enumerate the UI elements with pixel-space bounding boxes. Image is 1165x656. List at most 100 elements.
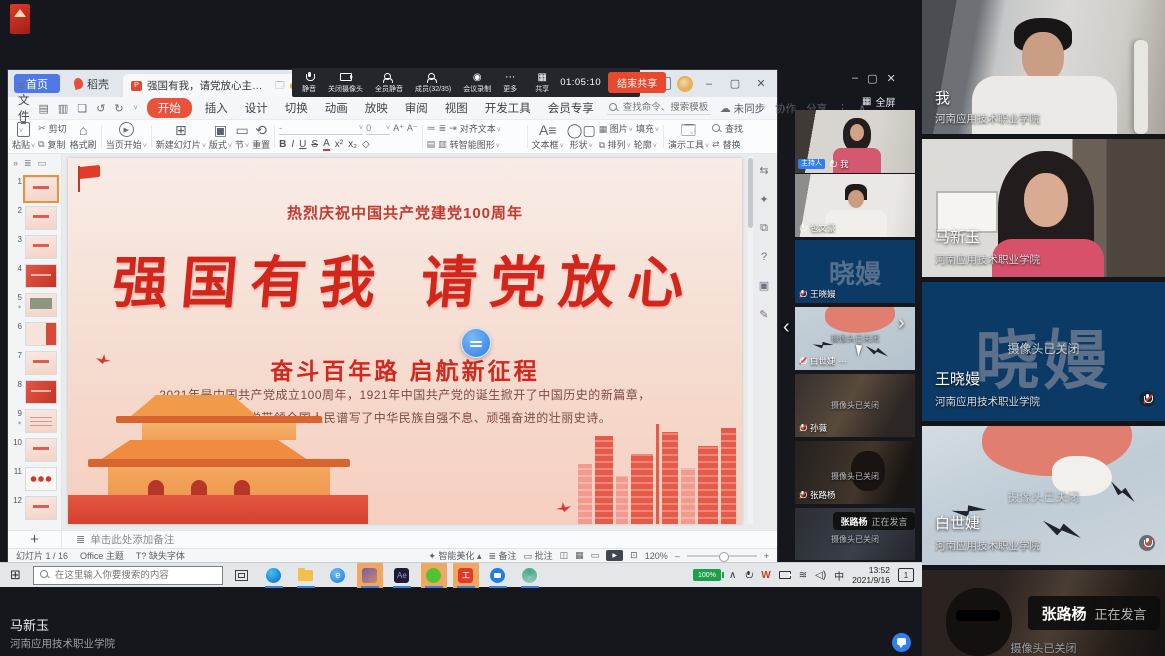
theme-label[interactable]: Office 主题 — [80, 549, 124, 562]
bullets-icon[interactable]: ≔ — [427, 123, 436, 134]
smart-beautify-button[interactable]: ✦ 智能美化 ▴ — [428, 549, 481, 562]
collab-button[interactable]: 协作 — [775, 101, 796, 116]
tab-document[interactable]: P 强国有我，请党放心主题团课 🗔 — [123, 74, 303, 97]
volume-icon[interactable]: ◁) — [815, 570, 826, 581]
inner-maximize-button[interactable]: ▢ — [867, 72, 877, 85]
menu-tab-insert[interactable]: 插入 — [201, 98, 232, 118]
wifi-icon[interactable]: ≋ — [799, 570, 807, 581]
align-left-icon[interactable]: ▤ — [427, 139, 436, 150]
cut-button[interactable]: ✂剪切 — [38, 122, 67, 135]
section-button[interactable]: ▭节˅ — [235, 122, 249, 151]
slide-eyebrow-text[interactable]: 热烈庆祝中国共产党建党100周年 — [68, 202, 742, 223]
sorter-view-icon[interactable]: ▦ — [575, 550, 584, 561]
missing-font[interactable]: T? 缺失字体 — [136, 549, 185, 562]
zoom-slider[interactable] — [687, 555, 757, 557]
paste-button[interactable]: 粘贴˅ — [12, 122, 35, 151]
page-left-arrow[interactable]: ‹ — [783, 316, 790, 339]
panel-icon[interactable]: ▣ — [759, 279, 769, 292]
textbox-button[interactable]: A≡文本框˅ — [532, 122, 564, 151]
format-painter-button[interactable]: ⌂格式刷 — [70, 122, 97, 151]
thumb-view-icon[interactable]: ▭ — [38, 158, 47, 169]
video-tile[interactable]: 马新玉 河南应用技术职业学院 — [922, 139, 1165, 277]
slide-thumb-10[interactable]: 10 — [10, 438, 59, 462]
picture-button[interactable]: ▦ 图片˅ — [599, 122, 633, 135]
slide-thumb-9[interactable]: 9✶ — [10, 409, 59, 433]
italic-button[interactable]: I — [291, 139, 294, 150]
ime-indicator[interactable]: 中 — [834, 568, 844, 583]
normal-view-icon[interactable]: ◫ — [560, 550, 569, 561]
subscript-button[interactable]: x₂ — [348, 139, 357, 150]
wechat-icon[interactable] — [421, 563, 447, 588]
reset-button[interactable]: ⟲重置 — [252, 122, 270, 151]
outline-button[interactable]: 轮廓˅ — [634, 138, 657, 151]
undo-icon[interactable]: ↺ — [96, 102, 105, 115]
superscript-button[interactable]: x² — [335, 139, 343, 150]
task-view-button[interactable] — [229, 563, 255, 588]
pen-tool-icon[interactable]: ✎ — [759, 308, 768, 321]
file-explorer-icon[interactable] — [293, 563, 319, 588]
menu-tab-animation[interactable]: 动画 — [321, 98, 352, 118]
redo-icon[interactable]: ↻ — [114, 102, 123, 115]
start-button[interactable]: ⊞ — [4, 567, 27, 583]
decrease-font-icon[interactable]: A⁻ — [407, 123, 418, 134]
taskbar-search[interactable] — [33, 566, 223, 585]
record-button[interactable]: ◉会议录制 — [457, 72, 497, 94]
command-search[interactable] — [607, 101, 711, 115]
after-effects-icon[interactable]: Ae — [389, 563, 415, 588]
menu-tab-review[interactable]: 审阅 — [401, 98, 432, 118]
align-center-icon[interactable]: ▥ — [438, 139, 447, 150]
slide-thumb-2[interactable]: 2 — [10, 206, 59, 230]
layout-button[interactable]: ▣版式˅ — [209, 122, 232, 151]
outline-view-icon[interactable]: ≣ — [24, 158, 32, 169]
tab-docer[interactable]: 稻壳 — [66, 74, 117, 93]
slide-thumb-12[interactable]: 12 — [10, 496, 59, 520]
inner-video-tile-me[interactable]: 主持人 我 — [795, 110, 915, 173]
zoom-level[interactable]: 120% — [645, 551, 668, 561]
fit-window-icon[interactable]: ⊡ — [630, 550, 638, 561]
indent-icon[interactable]: ⇥ — [449, 123, 457, 134]
menu-tab-member[interactable]: 会员专享 — [544, 98, 598, 118]
inner-close-button[interactable]: ✕ — [887, 72, 896, 85]
slide-thumb-7[interactable]: 7 — [10, 351, 59, 375]
underline-button[interactable]: U — [299, 139, 306, 150]
highlight-button[interactable]: ◇ — [362, 139, 370, 150]
font-family-select[interactable]: -˅ — [279, 123, 363, 135]
present-tools-button[interactable]: 🗔演示工具˅ — [668, 122, 709, 151]
meeting-app-icon[interactable] — [357, 563, 383, 588]
slide-thumb-1[interactable]: 1 — [10, 177, 59, 201]
wps-minimize-button[interactable]: – — [699, 78, 719, 90]
slide-thumb-6[interactable]: 6 — [10, 322, 59, 346]
tray-expand-icon[interactable]: ∧ — [729, 570, 736, 581]
print-icon[interactable]: ▥ — [58, 102, 68, 115]
menu-tab-start[interactable]: 开始 — [147, 98, 192, 118]
notes-placeholder[interactable]: ≣单击此处添加备注 — [76, 532, 174, 547]
inner-minimize-button[interactable]: – — [852, 72, 858, 85]
meeting-blue-icon[interactable] — [485, 563, 511, 588]
fullscreen-button[interactable]: ▦全屏 — [862, 94, 895, 109]
reading-view-icon[interactable]: ▭ — [591, 550, 600, 561]
more-button[interactable]: ⋯更多 — [497, 72, 523, 94]
slide[interactable]: 热烈庆祝中国共产党建党100周年 强国有我 请党放心 奋斗百年路 启航新征程 2… — [68, 158, 742, 524]
menu-tab-slideshow[interactable]: 放映 — [361, 98, 392, 118]
print-preview-icon[interactable]: ❏ — [77, 102, 87, 115]
slide-subtitle-text[interactable]: 奋斗百年路 启航新征程 — [68, 352, 742, 386]
video-tile[interactable]: 摄像头已关闭 白世婕 河南应用技术职业学院 — [922, 426, 1165, 565]
numbering-icon[interactable]: ≣ — [439, 123, 447, 134]
slideshow-play-button[interactable]: ▶ — [606, 550, 623, 561]
menu-tab-view[interactable]: 视图 — [441, 98, 472, 118]
tray-w-icon[interactable]: W — [761, 570, 770, 581]
taskbar-clock[interactable]: 13:522021/9/16 — [852, 565, 890, 585]
strike-button[interactable]: S — [311, 139, 318, 150]
slide-thumb-5[interactable]: 5✶ — [10, 293, 59, 317]
video-tile[interactable]: 晓嫚 摄像头已关闭 王晓嫚 河南应用技术职业学院 — [922, 282, 1165, 421]
inner-video-tile[interactable]: 摄像头已关闭 孙薇 — [795, 374, 915, 437]
notes-toggle[interactable]: ≣ 备注 — [488, 549, 516, 562]
qat-caret-icon[interactable]: ˅ — [134, 105, 138, 112]
tile-more-icon[interactable]: ⋯ — [839, 356, 848, 367]
browser-360-icon[interactable]: e — [325, 563, 351, 588]
menu-tab-design[interactable]: 设计 — [241, 98, 272, 118]
fill-button[interactable]: 填充˅ — [636, 122, 659, 135]
zoom-out-button[interactable]: – — [675, 551, 680, 561]
taskbar-search-input[interactable] — [55, 570, 205, 581]
add-slide-button[interactable]: + — [8, 531, 62, 548]
